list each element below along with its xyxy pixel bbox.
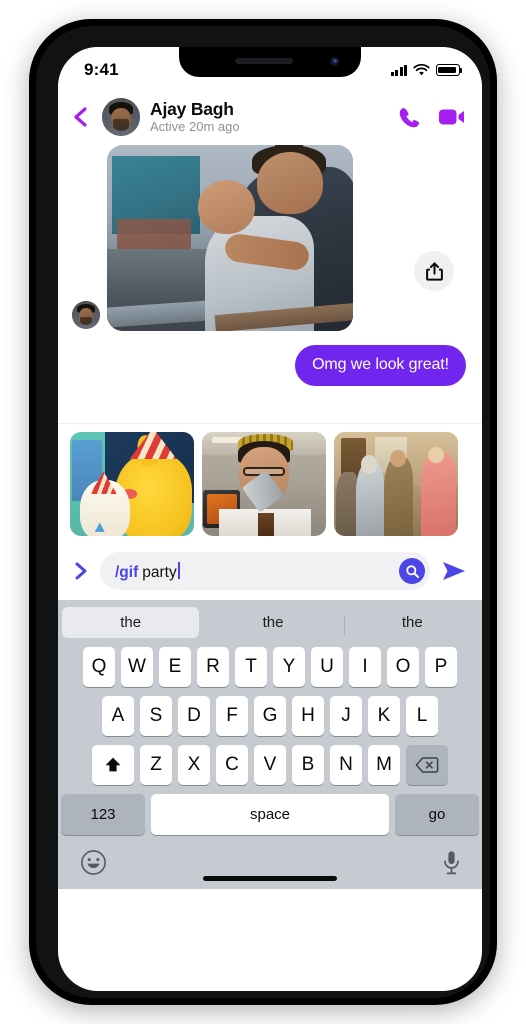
status-indicators bbox=[390, 60, 463, 77]
keyboard-bottom-bar bbox=[58, 835, 482, 889]
sent-message-bubble[interactable]: Omg we look great! bbox=[295, 345, 466, 386]
gif-office-party-blower[interactable] bbox=[202, 432, 326, 536]
photo-message-image bbox=[107, 145, 353, 331]
video-camera-icon[interactable] bbox=[438, 106, 466, 128]
photo-message-bubble[interactable] bbox=[107, 145, 353, 331]
key-k[interactable]: K bbox=[368, 696, 400, 736]
contact-name: Ajay Bagh bbox=[150, 98, 234, 119]
share-upload-icon bbox=[425, 261, 443, 281]
photo-message-row bbox=[58, 145, 482, 331]
key-x[interactable]: X bbox=[178, 745, 210, 785]
keyboard-row-2: A S D F G H J K L bbox=[58, 696, 482, 736]
emoji-smiley-icon[interactable] bbox=[80, 849, 107, 876]
phone-bezel: 9:41 Ajay Bagh Active 20m ago Omg we loo… bbox=[36, 26, 490, 998]
key-h[interactable]: H bbox=[292, 696, 324, 736]
keyboard-row-1: Q W E R T Y U I O P bbox=[58, 644, 482, 687]
gif-query-text: party bbox=[142, 564, 177, 581]
phone-screen: 9:41 Ajay Bagh Active 20m ago Omg we loo… bbox=[58, 47, 482, 991]
typing-suggestions: the the the bbox=[58, 600, 482, 644]
backspace-key[interactable] bbox=[406, 745, 448, 785]
key-p[interactable]: P bbox=[425, 647, 457, 687]
key-q[interactable]: Q bbox=[83, 647, 115, 687]
contact-avatar-image bbox=[102, 98, 140, 136]
key-o[interactable]: O bbox=[387, 647, 419, 687]
contact-avatar[interactable] bbox=[102, 98, 140, 136]
key-v[interactable]: V bbox=[254, 745, 286, 785]
phone-device-frame: 9:41 Ajay Bagh Active 20m ago Omg we loo… bbox=[29, 19, 497, 1005]
key-f[interactable]: F bbox=[216, 696, 248, 736]
key-g[interactable]: G bbox=[254, 696, 286, 736]
microphone-icon[interactable] bbox=[443, 850, 460, 875]
device-notch bbox=[179, 47, 361, 77]
shift-key[interactable] bbox=[92, 745, 134, 785]
message-list: Omg we look great! bbox=[58, 145, 482, 423]
gif-carousel[interactable] bbox=[58, 423, 482, 546]
suggestion-1[interactable]: the bbox=[204, 607, 341, 638]
space-key[interactable]: space bbox=[151, 794, 389, 835]
cellular-signal-icon bbox=[390, 64, 407, 76]
keyboard-row-4: 123 space go bbox=[58, 794, 482, 835]
front-camera-icon bbox=[330, 57, 339, 66]
key-d[interactable]: D bbox=[178, 696, 210, 736]
on-screen-keyboard: the the the Q W E R T Y U I O P A S D F … bbox=[58, 600, 482, 889]
back-chevron-icon[interactable] bbox=[70, 105, 92, 129]
chat-header: Ajay Bagh Active 20m ago bbox=[58, 89, 482, 145]
search-button[interactable] bbox=[399, 558, 425, 584]
search-icon bbox=[405, 564, 419, 578]
gif-pikachu-party[interactable] bbox=[70, 432, 194, 536]
sent-message-row: Omg we look great! bbox=[58, 331, 482, 386]
home-indicator[interactable] bbox=[203, 876, 337, 881]
shift-up-arrow-icon bbox=[105, 757, 121, 772]
key-l[interactable]: L bbox=[406, 696, 438, 736]
message-input-text: /gif party bbox=[115, 560, 399, 582]
key-y[interactable]: Y bbox=[273, 647, 305, 687]
text-cursor bbox=[177, 562, 180, 579]
key-e[interactable]: E bbox=[159, 647, 191, 687]
send-button[interactable] bbox=[440, 559, 468, 583]
key-s[interactable]: S bbox=[140, 696, 172, 736]
key-z[interactable]: Z bbox=[140, 745, 172, 785]
suggestion-2[interactable]: the bbox=[343, 607, 481, 638]
suggestion-0[interactable]: the bbox=[62, 606, 200, 638]
share-photo-button[interactable] bbox=[414, 251, 454, 291]
wifi-icon bbox=[413, 63, 430, 75]
key-a[interactable]: A bbox=[102, 696, 134, 736]
key-m[interactable]: M bbox=[368, 745, 400, 785]
status-time: 9:41 bbox=[84, 60, 119, 79]
contact-active-status: Active 20m ago bbox=[150, 119, 240, 135]
numbers-key[interactable]: 123 bbox=[61, 794, 145, 835]
screenshot-root: 9:41 Ajay Bagh Active 20m ago Omg we loo… bbox=[0, 0, 526, 1024]
keyboard-row-3: Z X C V B N M bbox=[58, 745, 482, 785]
earpiece-speaker bbox=[235, 58, 294, 64]
backspace-delete-icon bbox=[415, 757, 439, 773]
key-n[interactable]: N bbox=[330, 745, 362, 785]
key-j[interactable]: J bbox=[330, 696, 362, 736]
key-u[interactable]: U bbox=[311, 647, 343, 687]
message-input-bar: /gif party bbox=[58, 546, 482, 600]
gif-dancing-people[interactable] bbox=[334, 432, 458, 536]
expand-chevron-icon[interactable] bbox=[72, 560, 90, 582]
key-w[interactable]: W bbox=[121, 647, 153, 687]
key-t[interactable]: T bbox=[235, 647, 267, 687]
go-key[interactable]: go bbox=[395, 794, 479, 835]
key-c[interactable]: C bbox=[216, 745, 248, 785]
header-actions bbox=[397, 105, 466, 130]
contact-identity[interactable]: Ajay Bagh Active 20m ago bbox=[150, 99, 387, 135]
key-r[interactable]: R bbox=[197, 647, 229, 687]
gif-command-token: /gif bbox=[115, 564, 139, 581]
key-i[interactable]: I bbox=[349, 647, 381, 687]
message-input-field[interactable]: /gif party bbox=[100, 552, 430, 590]
battery-full-icon bbox=[436, 64, 463, 76]
key-b[interactable]: B bbox=[292, 745, 324, 785]
sender-avatar-image bbox=[72, 301, 100, 329]
phone-call-icon[interactable] bbox=[397, 105, 422, 130]
sender-avatar[interactable] bbox=[72, 301, 100, 329]
